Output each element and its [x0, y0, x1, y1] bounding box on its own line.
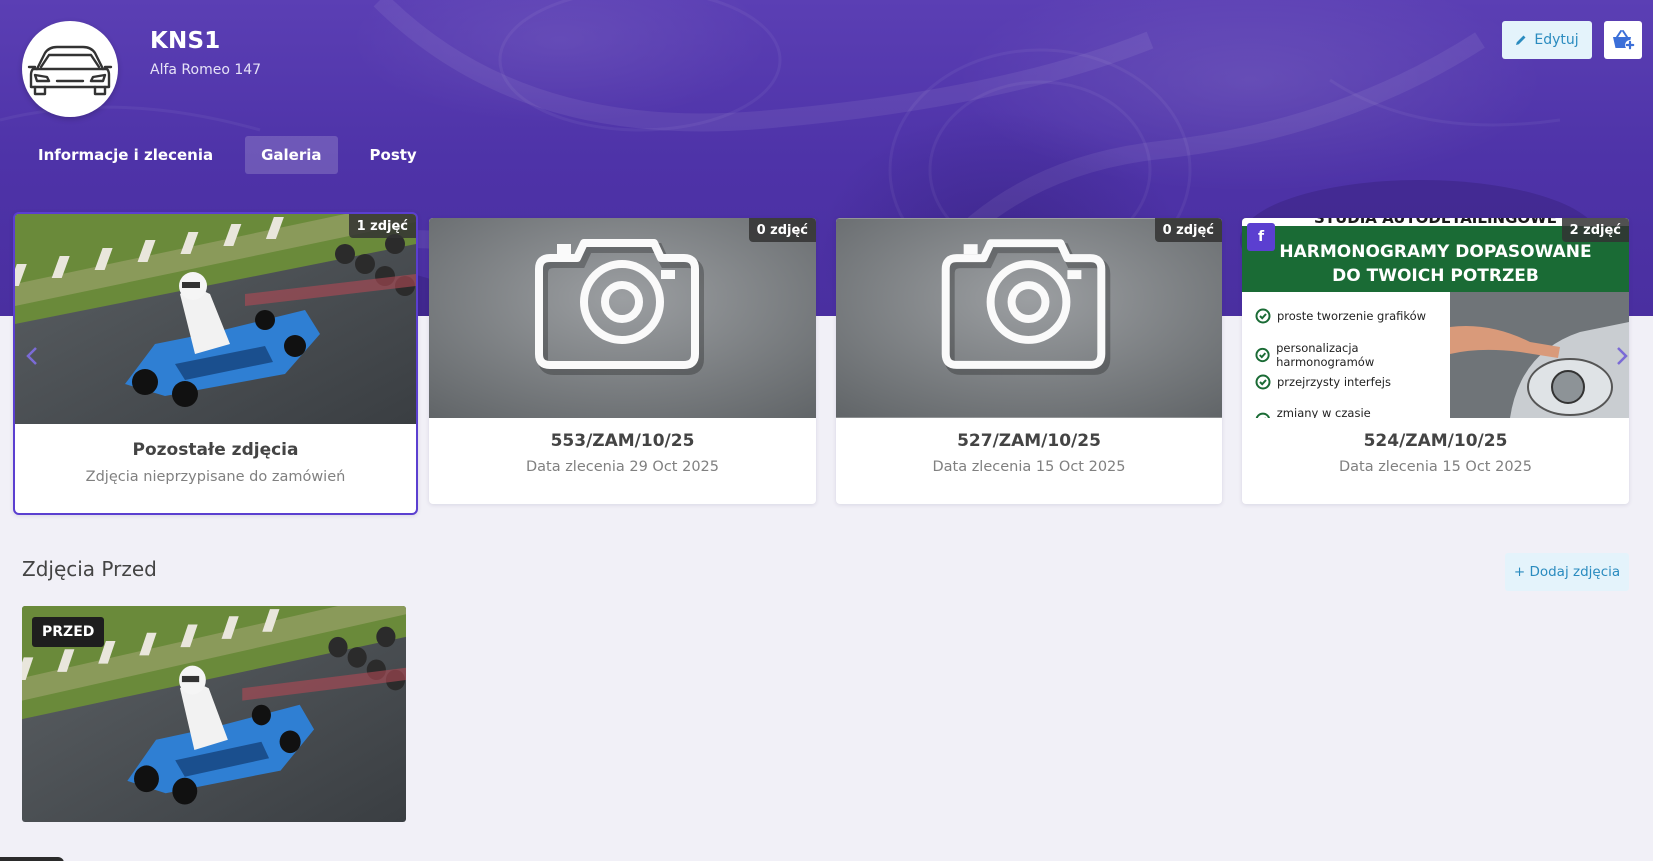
card-subtitle: Zdjęcia nieprzypisane do zamówień	[85, 469, 346, 485]
vehicle-plate: KNS1	[150, 28, 221, 54]
basket-plus-icon	[1613, 30, 1635, 50]
bottom-edge-tab	[0, 857, 64, 861]
tab-posty[interactable]: Posty	[354, 136, 433, 174]
check-circle-icon	[1255, 374, 1271, 390]
check-circle-icon	[1255, 412, 1270, 418]
gallery-card-order-527[interactable]: 0 zdjęć 527/ZAM/10/25 Data zlecenia 15 O…	[836, 218, 1222, 504]
tab-galeria[interactable]: Galeria	[245, 136, 338, 174]
camera-icon	[836, 218, 1222, 418]
card-subtitle: Data zlecenia 29 Oct 2025	[525, 459, 720, 475]
chevron-right-icon	[1617, 347, 1628, 365]
card-title: 527/ZAM/10/25	[957, 431, 1101, 451]
tab-informacje[interactable]: Informacje i zlecenia	[22, 136, 229, 174]
edit-button-label: Edytuj	[1534, 32, 1579, 48]
before-photo[interactable]: PRZED	[22, 606, 406, 822]
gallery-card-order-553[interactable]: 0 zdjęć 553/ZAM/10/25 Data zlecenia 29 O…	[429, 218, 816, 504]
card-subtitle: Data zlecenia 15 Oct 2025	[932, 459, 1126, 475]
vehicle-avatar	[22, 21, 118, 117]
photo-count-badge: 2 zdjęć	[1561, 218, 1629, 242]
camera-placeholder	[429, 218, 816, 418]
carousel-prev-button[interactable]	[20, 336, 44, 376]
card-subtitle: Data zlecenia 15 Oct 2025	[1338, 459, 1533, 475]
card-title: Pozostałe zdjęcia	[132, 440, 299, 460]
promo-image: STUDIA AUTODETAILINGOWE HARMONOGRAMY DOP…	[1242, 218, 1629, 418]
edit-button[interactable]: Edytuj	[1502, 21, 1592, 59]
promo-bullet: personalizacja harmonogramów	[1255, 341, 1450, 369]
karting-photo	[15, 214, 416, 424]
chevron-left-icon	[26, 347, 37, 365]
karting-image	[15, 214, 416, 424]
check-circle-icon	[1255, 308, 1271, 324]
promo-bullet: zmiany w czasie rzeczywistym	[1255, 406, 1450, 418]
add-to-basket-button[interactable]	[1604, 21, 1642, 59]
photo-count-badge: 0 zdjęć	[1154, 218, 1222, 242]
headlight-photo	[1450, 292, 1629, 418]
gallery-card-order-524[interactable]: STUDIA AUTODETAILINGOWE HARMONOGRAMY DOP…	[1242, 218, 1629, 504]
facebook-icon: f	[1247, 223, 1275, 251]
promo-headline: HARMONOGRAMY DOPASOWANE DO TWOICH POTRZE…	[1279, 242, 1592, 286]
car-front-icon	[27, 45, 113, 96]
check-circle-icon	[1255, 347, 1270, 363]
section-title: Zdjęcia Przed	[22, 557, 157, 581]
before-badge: PRZED	[32, 617, 105, 647]
carousel-next-button[interactable]	[1610, 336, 1634, 376]
add-photos-button[interactable]: + Dodaj zdjęcia	[1505, 553, 1629, 591]
card-title: 524/ZAM/10/25	[1363, 431, 1508, 451]
photo-count-badge: 0 zdjęć	[748, 218, 816, 242]
pencil-icon	[1516, 35, 1526, 45]
card-title: 553/ZAM/10/25	[550, 431, 695, 451]
promo-bullet-panel: proste tworzenie grafików personalizacja…	[1242, 292, 1450, 418]
gallery-card-unassigned[interactable]: 1 zdjęć Pozostałe zdjęcia Zdjęcia nieprz…	[13, 212, 418, 515]
vehicle-model: Alfa Romeo 147	[150, 62, 262, 78]
camera-placeholder	[836, 218, 1222, 418]
promo-bullet: przejrzysty interfejs	[1255, 374, 1391, 390]
photo-count-badge: 1 zdjęć	[348, 214, 416, 238]
camera-icon	[429, 218, 816, 418]
profile-tabs: Informacje i zlecenia Galeria Posty	[22, 136, 433, 174]
promo-bullet: proste tworzenie grafików	[1255, 308, 1426, 324]
